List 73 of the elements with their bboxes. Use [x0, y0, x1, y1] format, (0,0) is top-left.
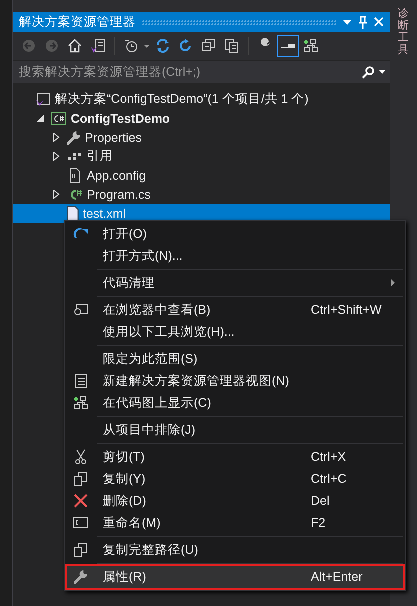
menu-item-label: 复制完整路径(U) — [102, 542, 200, 558]
menu-item[interactable]: 复制(Y) Ctrl+C — [67, 468, 403, 490]
shortcut-label: Ctrl+Shift+W — [311, 303, 383, 317]
shortcut-label: F2 — [311, 516, 327, 530]
expand-arrow-icon[interactable] — [53, 190, 61, 199]
menu-item-label: 在代码图上显示(C) — [102, 394, 212, 412]
close-icon[interactable] — [374, 17, 384, 27]
tree-item-label: test.xml — [83, 206, 126, 220]
copy-icon — [73, 542, 89, 558]
menu-item-label: 重命名(M) — [102, 514, 162, 532]
menu-item[interactable]: 打开方式(N)... — [67, 245, 403, 267]
tree-item[interactable]: ConfigTestDemo — [13, 109, 390, 128]
menu-item[interactable]: 代码清理 — [67, 272, 403, 294]
pin-icon[interactable] — [358, 16, 368, 28]
menu-item-label: 新建解决方案资源管理器视图(N) — [102, 372, 290, 390]
menu-item[interactable]: 剪切(T) Ctrl+X — [67, 446, 403, 468]
menu-item[interactable]: 新建解决方案资源管理器视图(N) — [67, 370, 403, 392]
solution-icon — [35, 92, 51, 108]
browser-window-icon — [73, 302, 89, 318]
shortcut-label: Ctrl+X — [311, 450, 348, 464]
search-field[interactable]: 搜索解决方案资源管理器(Ctrl+;) — [13, 61, 390, 83]
expand-arrow-icon[interactable] — [53, 133, 61, 142]
tree-item[interactable]: Program.cs — [13, 185, 390, 204]
tree-item[interactable]: 解决方案“ConfigTestDemo”(1 个项目/共 1 个) — [13, 90, 390, 109]
menu-item-label: 在浏览器中查看(B) — [102, 302, 212, 318]
menu-item[interactable]: 重命名(M) F2 — [67, 512, 403, 534]
menu-item[interactable]: 属性(R) Alt+Enter — [67, 566, 403, 588]
menu-item[interactable]: 在浏览器中查看(B) Ctrl+Shift+W — [67, 299, 403, 321]
menu-item[interactable]: 删除(D) Del — [67, 490, 403, 512]
menu-item[interactable]: 在代码图上显示(C) — [67, 392, 403, 414]
menu-item-label: 删除(D) — [102, 492, 148, 510]
tree-item-label: Program.cs — [87, 188, 151, 202]
menu-item-label: 从项目中排除(J) — [102, 422, 197, 438]
menu-item-label: 剪切(T) — [102, 448, 146, 466]
collapse-arrow-icon[interactable] — [37, 114, 45, 123]
menu-item-label: 代码清理 — [102, 274, 156, 292]
menu-item-label: 属性(R) — [102, 568, 148, 586]
menu-item-label: 复制(Y) — [102, 470, 147, 488]
expand-arrow-icon[interactable] — [53, 152, 61, 161]
menu-item[interactable]: 使用以下工具浏览(H)... — [67, 321, 403, 343]
menu-item-label: 限定为此范围(S) — [102, 350, 199, 368]
menu-item[interactable]: 从项目中排除(J) — [67, 419, 403, 441]
shortcut-label: Ctrl+C — [311, 472, 348, 486]
tree-item-label: 引用 — [87, 148, 113, 165]
menu-item[interactable]: 限定为此范围(S) — [67, 348, 403, 370]
tree-item-label: 解决方案“ConfigTestDemo”(1 个项目/共 1 个) — [55, 91, 309, 108]
preview-icon — [281, 44, 295, 48]
document-list-icon — [73, 373, 89, 389]
rename-box-icon — [73, 515, 89, 531]
tree-item-label: Properties — [85, 130, 142, 144]
preview-toggle[interactable] — [278, 36, 298, 56]
search-icon[interactable] — [362, 66, 375, 78]
tree-item[interactable]: App.config — [13, 166, 390, 185]
tree-item-label: ConfigTestDemo — [71, 112, 170, 126]
copy-icon — [73, 471, 89, 487]
menu-item-label: 打开方式(N)... — [102, 248, 184, 264]
submenu-arrow-icon — [391, 279, 395, 287]
shortcut-label: Del — [311, 494, 331, 508]
scissors-icon — [73, 449, 89, 465]
close-icon — [73, 493, 89, 509]
panel-title: 解决方案资源管理器 — [19, 14, 136, 30]
tree-item-label: App.config — [87, 168, 146, 182]
diagram-icon — [73, 395, 89, 411]
file-icon — [67, 206, 79, 222]
project-icon — [51, 110, 67, 126]
shortcut-label: Alt+Enter — [311, 570, 364, 584]
menu-item-label: 打开(O) — [102, 226, 148, 242]
menu-item[interactable]: 复制完整路径(U) — [67, 539, 403, 561]
tree-item[interactable]: 引用 — [13, 147, 390, 166]
menu-item-label: 使用以下工具浏览(H)... — [102, 324, 236, 340]
menu-item[interactable]: 打开(O) — [67, 223, 403, 245]
dropdown-icon[interactable] — [379, 70, 386, 74]
tree-item[interactable]: Properties — [13, 128, 390, 147]
